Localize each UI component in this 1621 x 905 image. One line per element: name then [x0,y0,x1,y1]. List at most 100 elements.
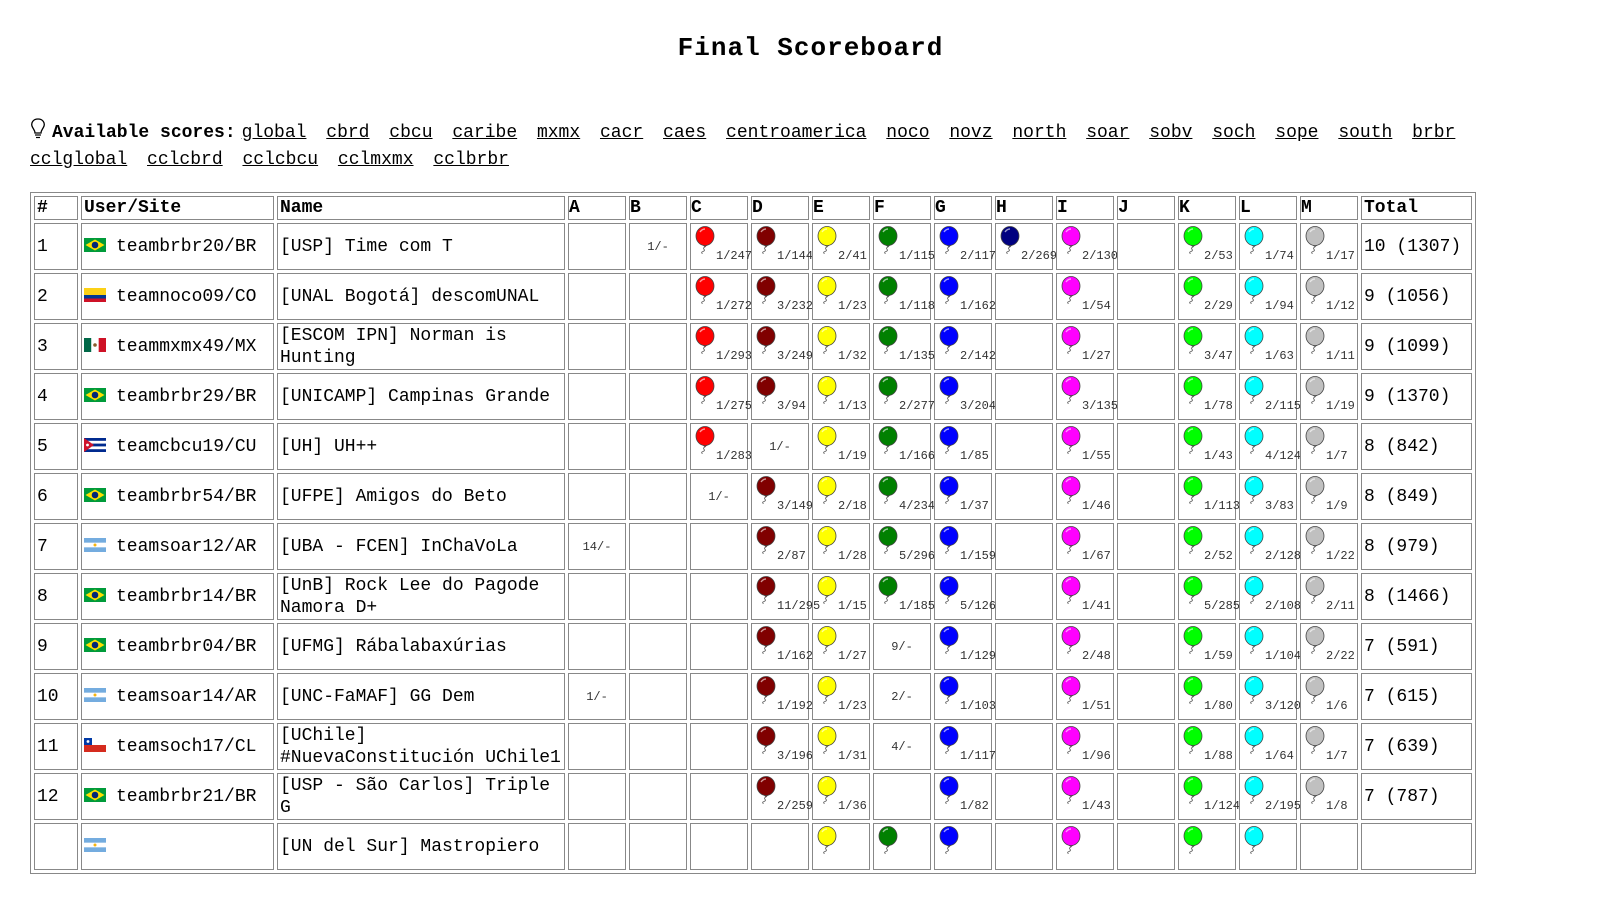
balloon-icon [755,376,777,405]
problem-f-cell: 2/- [873,673,931,720]
problem-score: 1/192 [777,699,814,713]
table-row: 7 teamsoar12/AR [UBA - FCEN] InChaVoLa 14/-… [34,523,1472,570]
problem-score: 1/85 [960,449,989,463]
team-name-cell: [UBA - FCEN] InChaVoLa [277,523,565,570]
balloon-icon [1060,576,1082,605]
problem-l-cell: 1/94 [1239,273,1297,320]
problem-k-cell: 1/80 [1178,673,1236,720]
header-total: Total [1361,196,1472,220]
score-link-north[interactable]: north [1012,123,1066,143]
problem-b-cell [629,823,687,870]
problem-h-cell [995,673,1053,720]
problem-b-cell: 1/- [629,223,687,270]
problem-score: 2/48 [1082,649,1111,663]
score-link-cclcbrd[interactable]: cclcbrd [147,150,223,170]
score-link-novz[interactable]: novz [949,123,992,143]
score-link-cacr[interactable]: cacr [600,123,643,143]
score-link-sope[interactable]: sope [1275,123,1318,143]
score-link-cbcu[interactable]: cbcu [389,123,432,143]
score-link-cclbrbr[interactable]: cclbrbr [433,150,509,170]
score-link-cbrd[interactable]: cbrd [326,123,369,143]
balloon-icon [755,676,777,705]
problem-c-cell: 1/272 [690,273,752,320]
balloon-icon [816,376,838,405]
balloon-icon [1182,276,1204,305]
score-link-soch[interactable]: soch [1212,123,1255,143]
problem-c-cell [690,673,748,720]
total-cell: 8 (849) [1361,473,1472,520]
balloon-icon [938,626,960,655]
problem-f-cell [873,823,931,870]
problem-score: 1/27 [838,649,867,663]
problem-score: 1/64 [1265,749,1294,763]
balloon-icon [694,326,716,355]
balloon-icon [1243,826,1265,855]
problem-j-cell [1117,323,1175,370]
balloon-icon [816,526,838,555]
problem-m-cell: 1/7 [1300,423,1358,470]
problem-score: 3/196 [777,749,814,763]
balloon-icon [938,276,960,305]
problem-g-cell: 1/129 [934,623,996,670]
team-name-cell: [UNICAMP] Campinas Grande [277,373,565,420]
problem-h-cell [995,373,1053,420]
problem-score: 1/78 [1204,399,1233,413]
problem-l-cell: 2/108 [1239,573,1301,620]
flag-ar-icon [84,537,106,552]
balloon-icon [816,626,838,655]
problem-a-cell [568,823,626,870]
problem-m-cell: 2/22 [1300,623,1358,670]
problem-score: 1/63 [1265,349,1294,363]
score-link-sobv[interactable]: sobv [1149,123,1192,143]
score-link-south[interactable]: south [1338,123,1392,143]
table-row: 10 teamsoar14/AR [UNC-FaMAF] GG Dem 1/- 1/19… [34,673,1472,720]
balloon-icon [1243,376,1265,405]
problem-score: 4/234 [899,499,936,513]
problem-b-cell [629,273,687,320]
flag-br-icon [84,787,106,802]
score-link-cclglobal[interactable]: cclglobal [30,150,127,170]
score-link-centroamerica[interactable]: centroamerica [726,123,866,143]
problem-score: 1/103 [960,699,997,713]
problem-d-cell: 1/144 [751,223,813,270]
problem-d-cell: 3/196 [751,723,813,770]
rank-cell: 6 [34,473,78,520]
problem-score: 1/13 [838,399,867,413]
problem-h-cell [995,323,1053,370]
balloon-icon [694,426,716,455]
problem-h-cell: 2/269 [995,223,1057,270]
score-link-caes[interactable]: caes [663,123,706,143]
balloon-icon [1243,326,1265,355]
problem-b-cell [629,473,687,520]
flag-ar-icon [84,837,106,852]
problem-e-cell [812,823,870,870]
balloon-icon [1304,226,1326,255]
problem-score: 1/67 [1082,549,1111,563]
flag-br-icon [84,637,106,652]
score-link-caribe[interactable]: caribe [452,123,517,143]
user-site-label: teambrbr04/BR [116,636,257,657]
table-row: 6 teambrbr54/BR [UFPE] Amigos do Beto 1/- 3/… [34,473,1472,520]
problem-score: 1/54 [1082,299,1111,313]
score-link-brbr[interactable]: brbr [1412,123,1455,143]
problem-i-cell: 1/51 [1056,673,1114,720]
score-link-cclmxmx[interactable]: cclmxmx [338,150,414,170]
problem-k-cell: 1/88 [1178,723,1236,770]
problem-j-cell [1117,273,1175,320]
problem-score: 1/17 [1326,249,1355,263]
problem-attempts: 4/- [891,739,913,754]
score-link-global[interactable]: global [242,123,307,143]
table-row: 4 teambrbr29/BR [UNICAMP] Campinas Grande 1… [34,373,1472,420]
problem-l-cell: 4/124 [1239,423,1301,470]
score-link-mxmx[interactable]: mxmx [537,123,580,143]
balloon-icon [1243,576,1265,605]
problem-l-cell [1239,823,1297,870]
balloon-icon [1243,726,1265,755]
problem-j-cell [1117,523,1175,570]
score-link-soar[interactable]: soar [1086,123,1129,143]
available-scores: Available scores: global cbrd cbcu caribe… [30,118,1570,172]
score-link-noco[interactable]: noco [886,123,929,143]
score-link-cclcbcu[interactable]: cclcbcu [242,150,318,170]
user-site-cell: teamnoco09/CO [81,273,274,320]
balloon-icon [755,326,777,355]
